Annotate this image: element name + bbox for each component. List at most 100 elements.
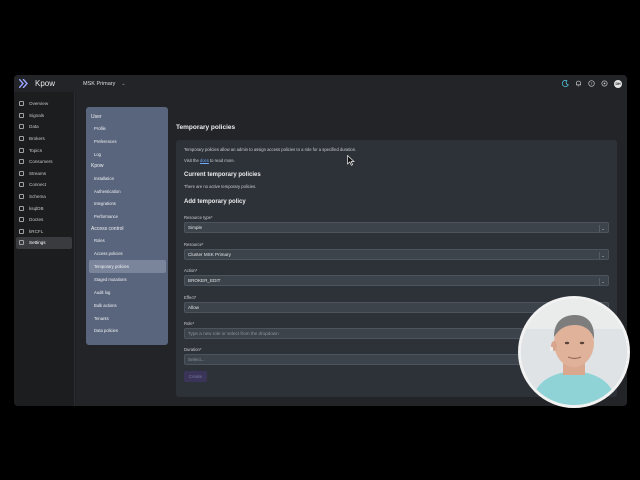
docs-suffix: to read more. bbox=[208, 158, 235, 163]
settings-icon[interactable] bbox=[601, 80, 608, 87]
description: Temporary policies allow an admin to ass… bbox=[184, 147, 357, 152]
presenter-video bbox=[521, 299, 627, 405]
nav-item-overview[interactable]: Overview bbox=[14, 98, 74, 110]
settings-item-tenants[interactable]: Tenants bbox=[86, 312, 168, 325]
settings-item-roles[interactable]: Roles bbox=[86, 234, 168, 247]
settings-item-access-policies[interactable]: Access policies bbox=[86, 247, 168, 260]
docs-link[interactable]: docs bbox=[200, 158, 209, 163]
settings-item-authentication[interactable]: Authentication bbox=[86, 185, 168, 198]
nav-item-settings[interactable]: Settings bbox=[16, 237, 72, 249]
nav-item-consumers[interactable]: Consumers bbox=[14, 156, 74, 168]
add-policy-heading: Add temporary policy bbox=[184, 199, 246, 205]
settings-item-data-policies[interactable]: Data policies bbox=[86, 324, 168, 337]
chevron-down-icon: ⌄ bbox=[599, 252, 606, 259]
nav-item-data[interactable]: Data bbox=[14, 121, 74, 133]
current-policies-empty: There are no active temporary policies. bbox=[184, 184, 257, 189]
brand[interactable]: Kpow bbox=[14, 75, 75, 92]
docs-prefix: Visit the bbox=[184, 158, 200, 163]
nav-item-connect[interactable]: Connect bbox=[14, 179, 74, 191]
settings-item-profile[interactable]: Profile bbox=[86, 122, 168, 135]
nav-label: Streams bbox=[29, 170, 47, 176]
nav-item-schema[interactable]: Schema bbox=[14, 191, 74, 203]
settings-group-kpow: Kpow bbox=[91, 163, 104, 170]
help-icon[interactable]: ? bbox=[588, 80, 595, 87]
action-label: Action* bbox=[184, 268, 198, 273]
webcam-overlay bbox=[518, 296, 630, 408]
pulse-icon bbox=[19, 112, 24, 118]
users-icon bbox=[19, 159, 24, 165]
nav-item-signals[interactable]: Signals bbox=[14, 110, 74, 122]
plug-icon bbox=[19, 182, 24, 188]
nav-label: Settings bbox=[29, 240, 46, 246]
doc-icon bbox=[19, 217, 24, 223]
settings-item-bulk-actions[interactable]: Bulk actions bbox=[86, 299, 168, 312]
left-nav: Overview Signals Data Brokers Topics Con… bbox=[14, 92, 75, 406]
brand-name: Kpow bbox=[35, 79, 56, 88]
docs-line: Visit the docs to read more. bbox=[184, 158, 235, 163]
sql-icon bbox=[19, 205, 24, 211]
grid-icon bbox=[19, 101, 24, 107]
avatar[interactable]: DH bbox=[614, 79, 622, 88]
gear-icon bbox=[19, 240, 24, 246]
moon-icon[interactable] bbox=[562, 80, 569, 87]
nav-item-ksqldb[interactable]: ksqlDB bbox=[14, 202, 74, 214]
mouse-cursor-icon bbox=[347, 155, 355, 166]
layers-icon bbox=[19, 147, 24, 153]
settings-item-temporary-policies[interactable]: Temporary policies bbox=[89, 260, 166, 273]
database-icon bbox=[19, 124, 24, 130]
role-label: Role* bbox=[184, 321, 195, 326]
settings-item-integrations[interactable]: Integrations bbox=[86, 197, 168, 210]
duration-label: Duration* bbox=[184, 347, 202, 352]
chevron-down-icon: ⌄ bbox=[121, 80, 126, 87]
settings-item-preferences[interactable]: Preferences bbox=[86, 135, 168, 148]
settings-item-performance[interactable]: Performance bbox=[86, 210, 168, 223]
nav-label: ksqlDB bbox=[29, 205, 44, 211]
cluster-selector[interactable]: MSK Primary ⌄ bbox=[83, 75, 126, 92]
resource-label: Resource* bbox=[184, 242, 204, 247]
role-placeholder: Type a new role or select from the dropd… bbox=[188, 331, 279, 336]
nav-item-brokers[interactable]: Brokers bbox=[14, 133, 74, 145]
resource-type-value: Simple bbox=[188, 225, 203, 230]
nav-item-krcfl[interactable]: kRCFL bbox=[14, 226, 74, 238]
action-select[interactable]: BROKER_EDIT ⌄ bbox=[184, 275, 609, 286]
server-icon bbox=[19, 136, 24, 142]
top-bar: Kpow MSK Primary ⌄ ? DH bbox=[14, 75, 627, 92]
schema-icon bbox=[19, 194, 24, 200]
settings-item-audit-log[interactable]: Audit log bbox=[86, 286, 168, 299]
nav-label: Doctes bbox=[29, 217, 44, 223]
settings-item-log[interactable]: Log bbox=[86, 148, 168, 161]
nav-item-doctes[interactable]: Doctes bbox=[14, 214, 74, 226]
create-button[interactable]: Create bbox=[184, 371, 207, 382]
resource-value: Cluster MSK Primary bbox=[188, 252, 231, 257]
nav-label: Overview bbox=[29, 101, 49, 107]
stream-icon bbox=[19, 170, 24, 176]
nav-item-topics[interactable]: Topics bbox=[14, 144, 74, 156]
bell-icon[interactable] bbox=[575, 80, 582, 87]
effect-label: Effect* bbox=[184, 295, 197, 300]
settings-group-access-control: Access control bbox=[91, 225, 124, 232]
nav-label: Brokers bbox=[29, 136, 45, 142]
nav-label: Data bbox=[29, 124, 39, 130]
current-policies-heading: Current temporary policies bbox=[184, 172, 261, 178]
svg-text:?: ? bbox=[590, 81, 592, 86]
resource-type-select[interactable]: Simple ⌄ bbox=[184, 222, 609, 233]
resource-type-label: Resource type* bbox=[184, 215, 213, 220]
cluster-name: MSK Primary bbox=[83, 80, 116, 87]
nav-label: Consumers bbox=[29, 159, 53, 165]
settings-item-staged-mutations[interactable]: Staged mutations bbox=[86, 273, 168, 286]
nav-item-streams[interactable]: Streams bbox=[14, 168, 74, 180]
kpow-logo-icon bbox=[19, 79, 28, 88]
nav-label: Schema bbox=[29, 194, 46, 200]
nav-label: Topics bbox=[29, 147, 43, 153]
duration-placeholder: Select... bbox=[188, 357, 205, 362]
box-icon bbox=[19, 228, 24, 234]
page-title: Temporary policies bbox=[176, 124, 236, 131]
nav-label: Signals bbox=[29, 112, 45, 118]
top-icons: ? DH bbox=[562, 75, 622, 92]
settings-nav: User Profile Preferences Log Kpow Instal… bbox=[86, 107, 168, 345]
settings-item-installation[interactable]: Installation bbox=[86, 172, 168, 185]
resource-select[interactable]: Cluster MSK Primary ⌄ bbox=[184, 249, 609, 260]
settings-group-user: User bbox=[91, 113, 102, 120]
effect-value: Allow bbox=[188, 305, 199, 310]
chevron-down-icon: ⌄ bbox=[599, 225, 606, 232]
